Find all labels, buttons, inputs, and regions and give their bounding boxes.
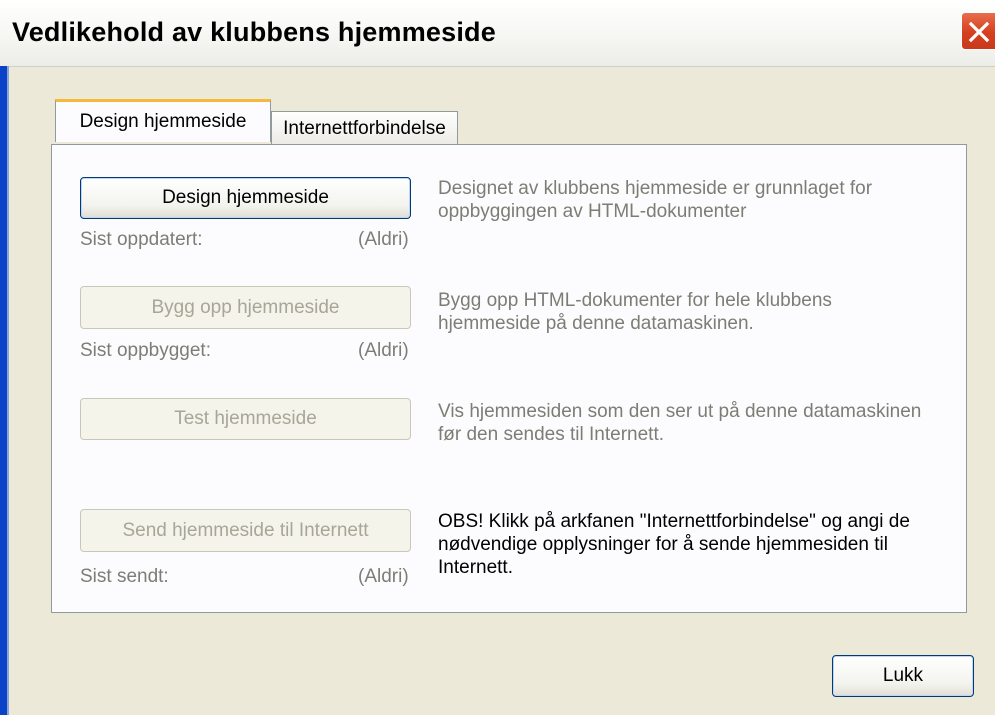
build-description: Bygg opp HTML-dokumenter for hele klubbe… bbox=[438, 290, 832, 334]
test-hjemmeside-button[interactable]: Test hjemmeside bbox=[80, 398, 411, 440]
last-updated-label: Sist oppdatert: bbox=[80, 229, 203, 250]
design-hjemmeside-button[interactable]: Design hjemmeside bbox=[80, 177, 411, 219]
test-description: Vis hjemmesiden som den ser ut på denne … bbox=[438, 401, 922, 445]
close-window-button[interactable] bbox=[961, 12, 995, 50]
lukk-button[interactable]: Lukk bbox=[832, 655, 974, 697]
send-notice: OBS! Klikk på arkfanen "Internettforbind… bbox=[438, 511, 910, 578]
design-description: Designet av klubbens hjemmeside er grunn… bbox=[438, 178, 873, 222]
send-hjemmeside-button[interactable]: Send hjemmeside til Internett bbox=[80, 509, 411, 552]
last-updated-value: (Aldri) bbox=[358, 229, 409, 250]
bygg-opp-hjemmeside-button[interactable]: Bygg opp hjemmeside bbox=[80, 286, 411, 329]
last-sent-label: Sist sendt: bbox=[80, 566, 169, 587]
window-frame-highlight bbox=[7, 66, 9, 715]
title-bar[interactable]: Vedlikehold av klubbens hjemmeside bbox=[0, 0, 995, 67]
tab-panel: Design hjemmeside Sist oppdatert: (Aldri… bbox=[51, 144, 967, 613]
tab-internettforbindelse[interactable]: Internettforbindelse bbox=[271, 111, 458, 145]
tab-design-hjemmeside[interactable]: Design hjemmeside bbox=[55, 99, 271, 142]
dialog-window: Vedlikehold av klubbens hjemmeside Desig… bbox=[0, 0, 995, 715]
window-title: Vedlikehold av klubbens hjemmeside bbox=[12, 17, 496, 47]
last-built-value: (Aldri) bbox=[358, 340, 409, 361]
close-icon bbox=[968, 21, 990, 43]
last-sent-value: (Aldri) bbox=[358, 566, 409, 587]
last-built-label: Sist oppbygget: bbox=[80, 340, 211, 361]
window-frame-left bbox=[0, 66, 7, 715]
